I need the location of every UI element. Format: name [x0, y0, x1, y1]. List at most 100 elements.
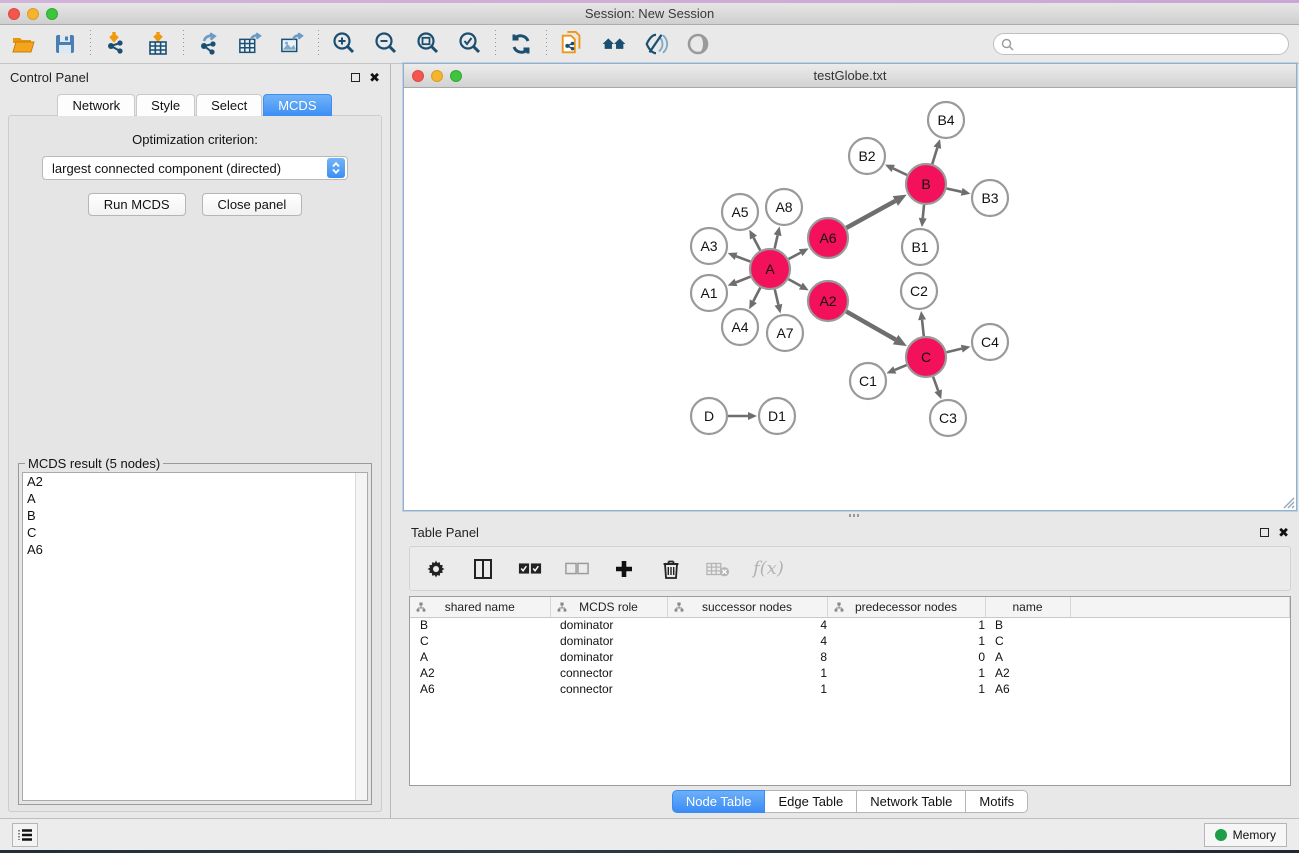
column-header-MCDS-role[interactable]: MCDS role [550, 597, 667, 617]
node-A5[interactable]: A5 [722, 194, 758, 230]
cell-MCDS-role[interactable]: connector [550, 681, 667, 697]
network-zoom-button[interactable] [450, 70, 462, 82]
new-network-file-icon[interactable] [559, 31, 585, 57]
add-column-icon[interactable] [612, 557, 636, 581]
zoom-in-icon[interactable] [331, 31, 357, 57]
cell-shared-name[interactable]: A [410, 649, 550, 665]
run-mcds-button[interactable]: Run MCDS [88, 193, 186, 216]
select-all-icon[interactable] [518, 557, 542, 581]
node-A3[interactable]: A3 [691, 228, 727, 264]
cell-predecessor-nodes[interactable]: 0 [827, 649, 985, 665]
network-minimize-button[interactable] [431, 70, 443, 82]
cell-name[interactable]: B [985, 617, 1070, 633]
function-builder-icon[interactable]: f(x) [753, 558, 784, 579]
deselect-all-icon[interactable] [565, 557, 589, 581]
resize-grip-icon[interactable] [1281, 495, 1295, 509]
cell-MCDS-role[interactable]: connector [550, 665, 667, 681]
column-header-predecessor-nodes[interactable]: predecessor nodes [827, 597, 985, 617]
node-A1[interactable]: A1 [691, 275, 727, 311]
cell-name[interactable]: A [985, 649, 1070, 665]
edge-A2-C[interactable] [846, 311, 895, 339]
node-C3[interactable]: C3 [930, 400, 966, 436]
cell-name[interactable]: C [985, 633, 1070, 649]
cell-predecessor-nodes[interactable]: 1 [827, 633, 985, 649]
memory-button[interactable]: Memory [1204, 823, 1287, 847]
save-session-icon[interactable] [52, 31, 78, 57]
import-table-icon[interactable] [145, 31, 171, 57]
tab-network-table[interactable]: Network Table [857, 790, 966, 813]
result-item[interactable]: C [23, 524, 367, 541]
cell-shared-name[interactable]: C [410, 633, 550, 649]
edge-A-A7[interactable] [775, 289, 779, 304]
open-file-icon[interactable] [10, 31, 36, 57]
node-A[interactable]: A [750, 249, 790, 289]
edge-C-C2[interactable] [922, 320, 924, 336]
network-graph[interactable]: B4B2BB3A8A5A6A3B1AC2A1A2A4A7C4CC1DD1C3 [404, 88, 1296, 509]
column-header-name[interactable]: name [985, 597, 1070, 617]
cell-successor-nodes[interactable]: 1 [667, 665, 827, 681]
tab-node-table[interactable]: Node Table [672, 790, 766, 813]
edge-A-A3[interactable] [736, 256, 750, 261]
edge-B-B1[interactable] [923, 205, 924, 218]
cell-successor-nodes[interactable]: 8 [667, 649, 827, 665]
criterion-select[interactable]: largest connected component (directed) [42, 156, 348, 180]
node-D1[interactable]: D1 [759, 398, 795, 434]
search-input[interactable] [1018, 35, 1288, 53]
tab-select[interactable]: Select [196, 94, 262, 116]
table-settings-gear-icon[interactable] [424, 557, 448, 581]
close-window-button[interactable] [8, 8, 20, 20]
node-A2[interactable]: A2 [808, 281, 848, 321]
table-row[interactable]: A6connector11A6 [410, 681, 1290, 697]
horizontal-splitter[interactable] [403, 511, 1299, 520]
node-table[interactable]: shared nameMCDS rolesuccessor nodesprede… [409, 596, 1291, 786]
node-C1[interactable]: C1 [850, 363, 886, 399]
cell-MCDS-role[interactable]: dominator [550, 617, 667, 633]
node-C4[interactable]: C4 [972, 324, 1008, 360]
node-C[interactable]: C [906, 337, 946, 377]
cell-shared-name[interactable]: A6 [410, 681, 550, 697]
edge-A-A1[interactable] [736, 277, 750, 283]
tab-edge-table[interactable]: Edge Table [765, 790, 857, 813]
network-close-button[interactable] [412, 70, 424, 82]
cell-shared-name[interactable]: A2 [410, 665, 550, 681]
node-A6[interactable]: A6 [808, 218, 848, 258]
app-titlebar[interactable]: Session: New Session [0, 3, 1299, 25]
node-D[interactable]: D [691, 398, 727, 434]
zoom-window-button[interactable] [46, 8, 58, 20]
cell-predecessor-nodes[interactable]: 1 [827, 665, 985, 681]
zoom-out-icon[interactable] [373, 31, 399, 57]
edge-A-A5[interactable] [754, 238, 761, 251]
table-row[interactable]: Cdominator41C [410, 633, 1290, 649]
cell-MCDS-role[interactable]: dominator [550, 649, 667, 665]
float-panel-icon[interactable] [351, 73, 360, 82]
export-table-icon[interactable] [238, 31, 264, 57]
edge-A-A8[interactable] [775, 235, 778, 248]
tab-motifs[interactable]: Motifs [966, 790, 1028, 813]
node-B3[interactable]: B3 [972, 180, 1008, 216]
cell-name[interactable]: A6 [985, 681, 1070, 697]
result-item[interactable]: A2 [23, 473, 367, 490]
network-canvas[interactable]: B4B2BB3A8A5A6A3B1AC2A1A2A4A7C4CC1DD1C3 [404, 88, 1296, 510]
result-item[interactable]: A [23, 490, 367, 507]
node-C2[interactable]: C2 [901, 273, 937, 309]
cell-predecessor-nodes[interactable]: 1 [827, 681, 985, 697]
close-table-panel-icon[interactable]: ✖ [1278, 528, 1289, 537]
edge-C-C3[interactable] [933, 377, 938, 391]
refresh-icon[interactable] [508, 31, 534, 57]
column-header-shared-name[interactable]: shared name [410, 597, 550, 617]
node-B[interactable]: B [906, 164, 946, 204]
node-A8[interactable]: A8 [766, 189, 802, 225]
cell-MCDS-role[interactable]: dominator [550, 633, 667, 649]
delete-table-icon[interactable] [706, 557, 730, 581]
export-image-icon[interactable] [280, 31, 306, 57]
birds-eye-view-icon[interactable] [685, 31, 711, 57]
tab-mcds[interactable]: MCDS [263, 94, 331, 116]
cell-name[interactable]: A2 [985, 665, 1070, 681]
node-A4[interactable]: A4 [722, 309, 758, 345]
zoom-selected-icon[interactable] [457, 31, 483, 57]
tab-style[interactable]: Style [136, 94, 195, 116]
column-header-successor-nodes[interactable]: successor nodes [667, 597, 827, 617]
home-icon[interactable] [601, 31, 627, 57]
export-network-icon[interactable] [196, 31, 222, 57]
edge-B-B4[interactable] [932, 148, 937, 164]
